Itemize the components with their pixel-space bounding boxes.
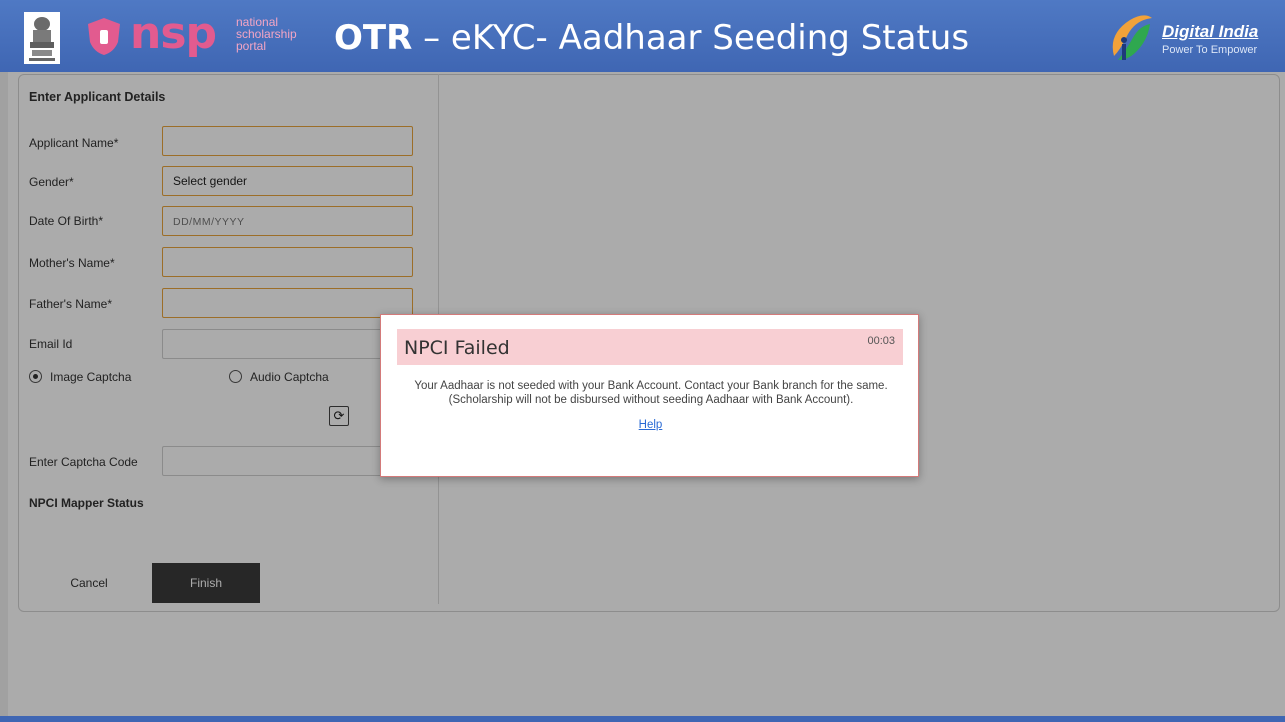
modal-timer: 00:03 xyxy=(867,335,895,347)
page-title-rest: – eKYC- Aadhaar Seeding Status xyxy=(412,18,970,58)
modal-title: NPCI Failed xyxy=(404,337,510,359)
digital-india-subtitle: Power To Empower xyxy=(1162,44,1258,56)
header-banner: nsp national scholarship portal OTR – eK… xyxy=(0,0,1285,72)
nsp-tagline-line3: portal xyxy=(236,39,267,53)
bottom-bar xyxy=(0,716,1285,722)
npci-status-modal: NPCI Failed 00:03 Your Aadhaar is not se… xyxy=(380,314,919,477)
digital-india-title[interactable]: Digital India xyxy=(1162,22,1258,42)
modal-header: NPCI Failed 00:03 xyxy=(397,329,903,365)
modal-message: Your Aadhaar is not seeded with your Ban… xyxy=(414,380,888,406)
page-title: OTR – eKYC- Aadhaar Seeding Status xyxy=(334,18,969,58)
national-emblem-icon xyxy=(24,12,60,64)
nsp-wordmark: nsp xyxy=(130,8,217,59)
page-title-bold: OTR xyxy=(334,18,413,58)
digital-india-logo-icon xyxy=(1112,15,1152,60)
help-link[interactable]: Help xyxy=(381,419,920,431)
nsp-tagline: national scholarship portal xyxy=(236,16,326,52)
shield-icon xyxy=(88,18,120,55)
